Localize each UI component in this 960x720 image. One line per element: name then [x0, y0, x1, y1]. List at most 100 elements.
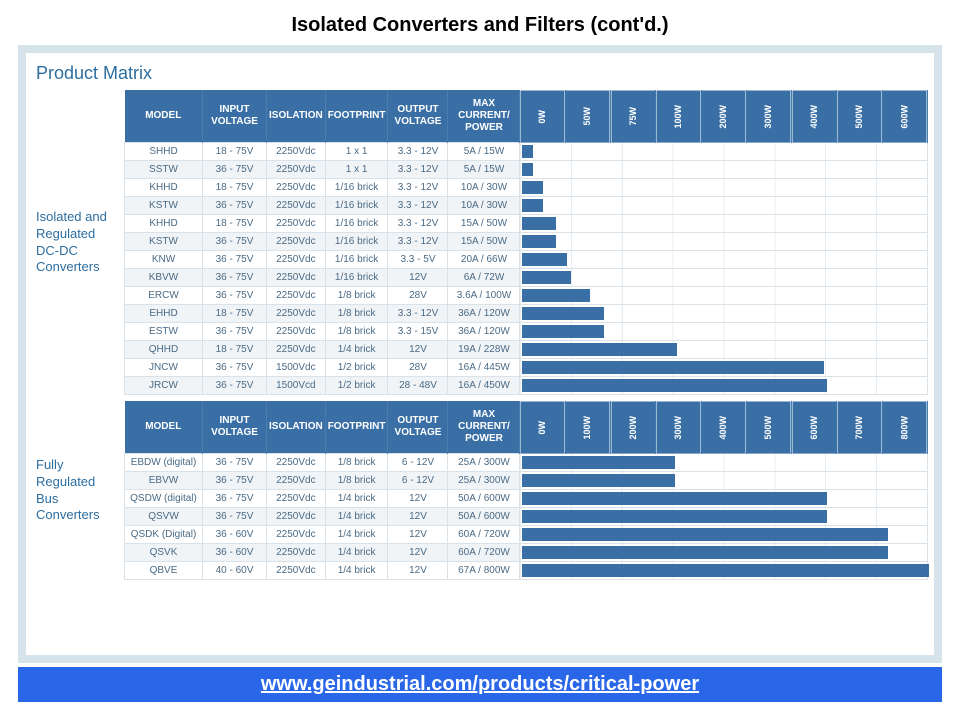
power-bar-cell	[520, 472, 928, 490]
cell-out: 3.3 - 5V	[388, 251, 448, 269]
cell-iso: 2250Vdc	[267, 508, 326, 526]
cell-max: 50A / 600W	[448, 490, 520, 508]
cell-iso: 1500Vdc	[267, 359, 326, 377]
product-table: MODELINPUTVOLTAGEISOLATIONFOOTPRINTOUTPU…	[124, 90, 928, 395]
cell-model: SHHD	[125, 143, 203, 161]
cell-iso: 2250Vdc	[267, 562, 326, 580]
table-wrap: MODELINPUTVOLTAGEISOLATIONFOOTPRINTOUTPU…	[124, 90, 928, 395]
cell-out: 3.3 - 12V	[388, 179, 448, 197]
axis-tick: 400W	[792, 90, 837, 143]
cell-iso: 2250Vdc	[267, 454, 326, 472]
axis-tick: 600W	[792, 401, 837, 454]
cell-model: EHHD	[125, 305, 203, 323]
cell-model: KHHD	[125, 179, 203, 197]
cell-max: 5A / 15W	[448, 143, 520, 161]
cell-model: EBDW (digital)	[125, 454, 203, 472]
axis-tick: 200W	[611, 401, 656, 454]
cell-max: 10A / 30W	[448, 197, 520, 215]
power-bar	[522, 271, 571, 284]
cell-foot: 1/8 brick	[325, 287, 388, 305]
cell-model: QBVE	[125, 562, 203, 580]
cell-input: 36 - 75V	[203, 197, 267, 215]
axis-tick: 500W	[837, 90, 882, 143]
power-bar-cell	[520, 526, 928, 544]
cell-foot: 1/4 brick	[325, 490, 388, 508]
table-row: ESTW36 - 75V2250Vdc1/8 brick3.3 - 15V36A…	[125, 323, 928, 341]
cell-model: ESTW	[125, 323, 203, 341]
power-bar-cell	[520, 323, 928, 341]
table-row: KBVW36 - 75V2250Vdc1/16 brick12V6A / 72W	[125, 269, 928, 287]
table-row: JRCW36 - 75V1500Vcd1/2 brick28 - 48V16A …	[125, 377, 928, 395]
power-bar-cell	[520, 341, 928, 359]
cell-iso: 2250Vdc	[267, 233, 326, 251]
cell-input: 36 - 75V	[203, 233, 267, 251]
table-row: JNCW36 - 75V1500Vdc1/2 brick28V16A / 445…	[125, 359, 928, 377]
cell-max: 67A / 800W	[448, 562, 520, 580]
cell-foot: 1/4 brick	[325, 526, 388, 544]
cell-foot: 1/4 brick	[325, 544, 388, 562]
cell-max: 3.6A / 100W	[448, 287, 520, 305]
cell-model: QSVW	[125, 508, 203, 526]
cell-model: QSDK (Digital)	[125, 526, 203, 544]
section-label: Isolated and Regulated DC-DC Converters	[36, 90, 124, 395]
cell-out: 3.3 - 15V	[388, 323, 448, 341]
power-bar-cell	[520, 508, 928, 526]
cell-input: 36 - 60V	[203, 526, 267, 544]
cell-iso: 2250Vdc	[267, 143, 326, 161]
table-row: KHHD18 - 75V2250Vdc1/16 brick3.3 - 12V15…	[125, 215, 928, 233]
power-bar	[522, 217, 556, 230]
table-wrap: MODELINPUTVOLTAGEISOLATIONFOOTPRINTOUTPU…	[124, 401, 928, 580]
cell-max: 16A / 450W	[448, 377, 520, 395]
table-row: SSTW36 - 75V2250Vdc1 x 13.3 - 12V5A / 15…	[125, 161, 928, 179]
cell-foot: 1/16 brick	[325, 251, 388, 269]
table-row: EBDW (digital)36 - 75V2250Vdc1/8 brick6 …	[125, 454, 928, 472]
cell-input: 36 - 75V	[203, 454, 267, 472]
cell-out: 3.3 - 12V	[388, 233, 448, 251]
cell-max: 25A / 300W	[448, 472, 520, 490]
axis-tick: 600W	[882, 90, 927, 143]
cell-max: 25A / 300W	[448, 454, 520, 472]
axis-tick: 200W	[701, 90, 746, 143]
cell-model: QSDW (digital)	[125, 490, 203, 508]
power-bar	[522, 361, 824, 374]
table-row: KHHD18 - 75V2250Vdc1/16 brick3.3 - 12V10…	[125, 179, 928, 197]
footer-link[interactable]: www.geindustrial.com/products/critical-p…	[18, 667, 942, 702]
power-bar	[522, 510, 827, 523]
axis-tick: 300W	[746, 90, 791, 143]
section-label: Fully Regulated Bus Converters	[36, 401, 124, 580]
table-row: QBVE40 - 60V2250Vdc1/4 brick12V67A / 800…	[125, 562, 928, 580]
cell-out: 12V	[388, 508, 448, 526]
cell-foot: 1/4 brick	[325, 562, 388, 580]
cell-max: 36A / 120W	[448, 323, 520, 341]
cell-foot: 1/8 brick	[325, 305, 388, 323]
cell-iso: 2250Vdc	[267, 472, 326, 490]
power-bar	[522, 145, 532, 158]
table-row: EBVW36 - 75V2250Vdc1/8 brick6 - 12V25A /…	[125, 472, 928, 490]
table-row: QSVW36 - 75V2250Vdc1/4 brick12V50A / 600…	[125, 508, 928, 526]
power-bar-cell	[520, 233, 928, 251]
cell-foot: 1/16 brick	[325, 215, 388, 233]
power-bar-cell	[520, 490, 928, 508]
cell-iso: 2250Vdc	[267, 179, 326, 197]
cell-max: 15A / 50W	[448, 215, 520, 233]
cell-model: KBVW	[125, 269, 203, 287]
cell-out: 6 - 12V	[388, 472, 448, 490]
cell-model: KSTW	[125, 197, 203, 215]
cell-input: 36 - 75V	[203, 323, 267, 341]
product-table: MODELINPUTVOLTAGEISOLATIONFOOTPRINTOUTPU…	[124, 401, 928, 580]
table-row: QSDW (digital)36 - 75V2250Vdc1/4 brick12…	[125, 490, 928, 508]
table-row: KSTW36 - 75V2250Vdc1/16 brick3.3 - 12V15…	[125, 233, 928, 251]
table-row: QSDK (Digital)36 - 60V2250Vdc1/4 brick12…	[125, 526, 928, 544]
cell-out: 12V	[388, 544, 448, 562]
cell-max: 20A / 66W	[448, 251, 520, 269]
cell-input: 36 - 75V	[203, 472, 267, 490]
axis-tick: 50W	[565, 90, 610, 143]
power-bar	[522, 253, 567, 266]
power-bar-cell	[520, 179, 928, 197]
col-header: OUTPUTVOLTAGE	[388, 401, 448, 454]
power-bar	[522, 379, 827, 392]
cell-iso: 2250Vdc	[267, 341, 326, 359]
cell-out: 12V	[388, 269, 448, 287]
col-header: ISOLATION	[267, 401, 326, 454]
cell-input: 18 - 75V	[203, 341, 267, 359]
